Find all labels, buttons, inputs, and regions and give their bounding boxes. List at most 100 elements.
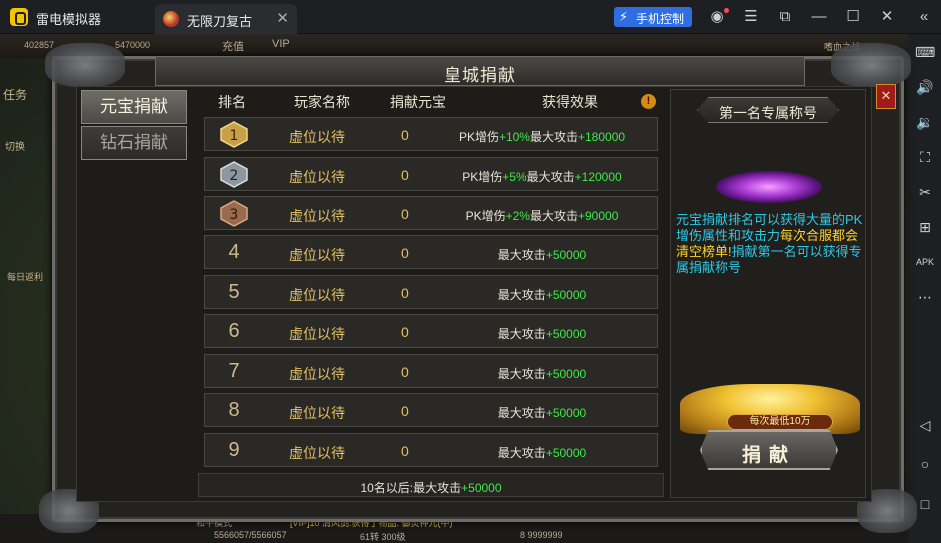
hud-value-2: 5470000: [115, 40, 151, 50]
rank-number: 8: [228, 399, 240, 421]
reward-effect: PK增伤+5%最大攻击+120000: [462, 170, 622, 184]
scissors-icon[interactable]: ✂: [915, 182, 935, 202]
donation-amount: 0: [401, 324, 409, 340]
rank-3-medal-icon: 3: [220, 200, 248, 227]
donation-amount: 0: [401, 364, 409, 380]
table-row: 8 虚位以待 0 最大攻击+50000: [204, 393, 658, 427]
tab-diamond-donation[interactable]: 钻石捐献: [81, 126, 187, 160]
player-name: 虚位以待: [289, 366, 345, 382]
player-name: 虚位以待: [289, 405, 345, 421]
game-icon: [163, 11, 179, 27]
svg-text:2: 2: [230, 168, 239, 184]
player-name: 虚位以待: [289, 247, 345, 263]
column-header-amount: 捐献元宝: [390, 94, 446, 110]
phone-control-label: 手机控制: [636, 12, 685, 26]
phone-control-button[interactable]: ⚡ 手机控制: [614, 7, 692, 27]
player-name: 虚位以待: [289, 445, 345, 461]
notification-dot: [724, 8, 729, 13]
hp-stat: 5566057/5566057: [214, 530, 287, 540]
table-row: 6 虚位以待 0 最大攻击+50000: [204, 314, 658, 348]
app-name: 雷电模拟器: [36, 12, 102, 27]
panel-title: 皇城捐献: [444, 66, 516, 85]
maximize-icon[interactable]: ☐: [843, 7, 863, 27]
back-icon[interactable]: ◁: [915, 415, 935, 435]
rank-2-medal-icon: 2: [220, 161, 248, 188]
popout-icon[interactable]: ⧉: [775, 7, 795, 27]
more-icon[interactable]: ⋯: [915, 287, 935, 307]
volume-up-icon[interactable]: 🔊: [915, 77, 935, 97]
collapse-sidebar-icon[interactable]: «: [914, 7, 934, 27]
rank-number: 6: [228, 320, 240, 342]
lightning-icon: ⚡: [619, 9, 629, 24]
close-window-icon[interactable]: ✕: [877, 7, 897, 27]
reward-effect: 最大攻击+50000: [497, 248, 587, 262]
reward-effect: 最大攻击+50000: [497, 406, 587, 420]
reward-effect: 最大攻击+50000: [497, 288, 587, 302]
player-name: 虚位以待: [289, 169, 345, 185]
level-stat: 61转 300级: [360, 532, 406, 542]
donation-amount: 0: [401, 443, 409, 459]
tab-close-button[interactable]: ✕: [276, 9, 289, 27]
rank-number: 7: [228, 360, 240, 382]
player-name: 虚位以待: [289, 129, 345, 145]
donation-amount: 0: [401, 245, 409, 261]
keyboard-icon[interactable]: ⌨: [915, 42, 935, 62]
minimize-icon[interactable]: —: [809, 7, 829, 27]
svg-text:3: 3: [230, 207, 239, 223]
svg-text:1: 1: [230, 128, 239, 144]
panel-title-bar: 皇城捐献: [155, 56, 805, 86]
footer-bar: 10名以后:最大攻击+50000: [198, 473, 664, 497]
player-name: 虚位以待: [289, 287, 345, 303]
apk-icon[interactable]: APK: [915, 252, 935, 272]
donation-amount: 0: [401, 127, 409, 143]
column-header-rank: 排名: [218, 94, 246, 110]
exclusive-title-emblem-icon: [716, 171, 822, 203]
table-row: 7 虚位以待 0 最大攻击+50000: [204, 354, 658, 388]
rank-number: 5: [228, 281, 240, 303]
dragon-ornament-icon: [831, 43, 911, 87]
daily-rebate-button[interactable]: 每日返利: [0, 270, 50, 283]
tab-game[interactable]: 无限刀复古 ✕: [155, 4, 297, 34]
rank-1-medal-icon: 1: [220, 121, 248, 148]
tab-ingot-donation[interactable]: 元宝捐献: [81, 90, 187, 124]
panel-close-button[interactable]: ✕: [876, 84, 896, 109]
game-top-hud: 402857 5470000 充值 VIP 嗜血之战: [0, 34, 908, 58]
recents-icon[interactable]: □: [915, 494, 935, 514]
reward-effect: 最大攻击+50000: [497, 446, 587, 460]
reward-effect: PK增伤+2%最大攻击+90000: [465, 209, 619, 223]
minimum-donation-label: 每次最低10万: [727, 414, 833, 430]
table-row: 1 虚位以待 0 PK增伤+10%最大攻击+180000: [204, 117, 658, 151]
gold-stat: 8 9999999: [520, 530, 563, 540]
menu-icon[interactable]: ☰: [741, 7, 761, 27]
switch-button[interactable]: 切换: [0, 138, 30, 153]
rank-number: 9: [228, 439, 240, 461]
column-header-player: 玩家名称: [294, 94, 350, 110]
tab-title: 无限刀复古: [187, 14, 253, 29]
add-window-icon[interactable]: ⊞: [915, 217, 935, 237]
reward-description: 元宝捐献排名可以获得大量的PK增伤属性和攻击力每次合服都会清空榜单!捐献第一名可…: [676, 212, 863, 275]
hud-value-1: 402857: [24, 40, 55, 50]
table-row: 3 虚位以待 0 PK增伤+2%最大攻击+90000: [204, 196, 658, 230]
player-name: 虚位以待: [289, 208, 345, 224]
emulator-sidebar: ⌨ 🔊 🔉 ⛶ ✂ ⊞ APK ⋯ ◁ ○ □: [908, 34, 941, 543]
table-row: 2 虚位以待 0 PK增伤+5%最大攻击+120000: [204, 157, 658, 191]
footer-reward: 10名以后:最大攻击+50000: [360, 481, 502, 495]
home-icon[interactable]: ○: [915, 454, 935, 474]
column-header-effect: 获得效果: [542, 94, 598, 110]
fullscreen-icon[interactable]: ⛶: [915, 147, 935, 167]
task-button[interactable]: 任务: [0, 86, 30, 103]
donation-amount: 0: [401, 403, 409, 419]
recharge-button[interactable]: 充值: [222, 38, 244, 54]
reward-effect: 最大攻击+50000: [497, 367, 587, 381]
reward-effect: PK增伤+10%最大攻击+180000: [458, 130, 626, 144]
title-reward-label: 第一名专属称号: [697, 97, 839, 123]
reward-effect: 最大攻击+50000: [497, 327, 587, 341]
volume-down-icon[interactable]: 🔉: [915, 112, 935, 132]
vip-button[interactable]: VIP: [272, 38, 290, 50]
table-row: 4 虚位以待 0 最大攻击+50000: [204, 235, 658, 269]
rank-number: 4: [228, 241, 240, 263]
donate-button[interactable]: 捐献: [700, 430, 838, 470]
info-warning-icon[interactable]: !: [641, 94, 656, 109]
table-row: 9 虚位以待 0 最大攻击+50000: [204, 433, 658, 467]
dragon-ornament-icon: [45, 43, 125, 87]
